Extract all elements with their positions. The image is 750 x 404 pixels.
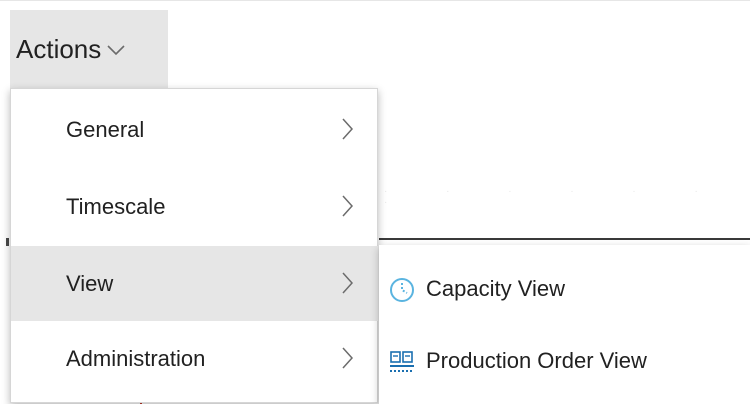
chevron-right-icon <box>341 118 354 146</box>
submenu-item-capacity-view[interactable]: Capacity View <box>379 253 750 325</box>
chevron-down-icon <box>107 44 125 56</box>
production-order-icon <box>389 349 415 375</box>
actions-button[interactable]: Actions <box>10 10 168 89</box>
background-timeline-border <box>379 238 750 240</box>
capacity-clock-icon <box>389 277 415 303</box>
submenu-item-production-order-view[interactable]: Production Order View <box>379 325 750 397</box>
menu-item-timescale[interactable]: Timescale <box>11 169 378 244</box>
actions-label: Actions <box>16 34 102 64</box>
submenu-item-label: Capacity View <box>426 276 565 301</box>
chevron-right-icon <box>341 347 354 375</box>
menu-item-administration[interactable]: Administration <box>11 321 378 396</box>
menu-item-view[interactable]: View <box>11 246 378 321</box>
chevron-right-icon <box>341 195 354 223</box>
menu-item-label: Timescale <box>66 193 166 219</box>
actions-menu: General Timescale View Administration <box>10 88 378 403</box>
background-timescale-ticks: · · · · · · · <box>384 186 726 208</box>
background-line-stub <box>6 238 9 246</box>
menu-item-label: General <box>66 116 145 142</box>
submenu-item-label: Production Order View <box>426 348 647 373</box>
menu-item-label: Administration <box>66 345 206 371</box>
menu-item-general[interactable]: General <box>11 92 378 167</box>
chevron-right-icon <box>341 272 354 300</box>
menu-item-label: View <box>66 270 114 296</box>
top-divider <box>0 0 750 1</box>
view-submenu: Capacity View Production Order View <box>379 245 750 404</box>
